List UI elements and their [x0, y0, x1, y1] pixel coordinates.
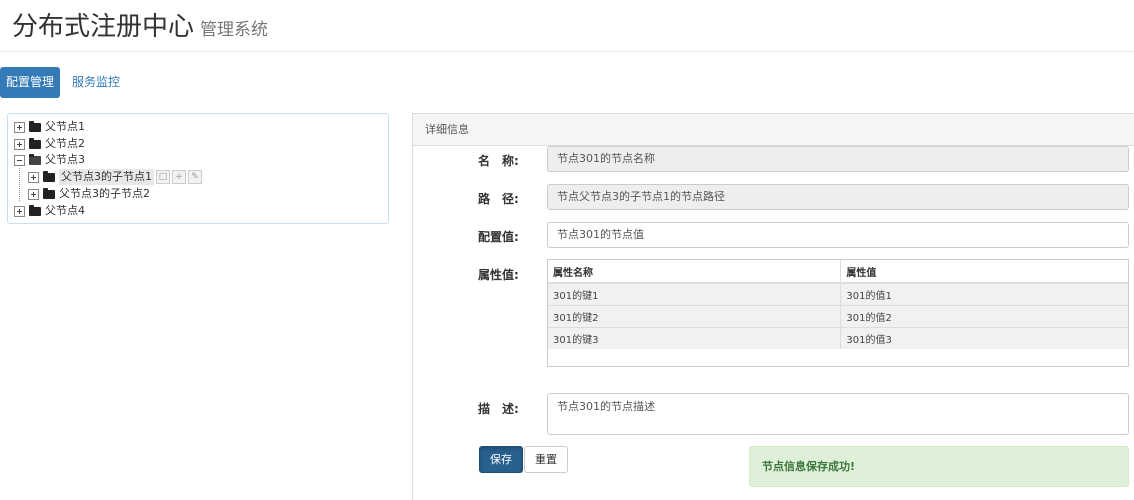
app-title: 分布式注册中心 管理系统	[12, 12, 269, 42]
main-nav: 配置管理 服务监控	[0, 67, 126, 98]
config-value-label: 配置值:	[478, 230, 519, 244]
tree-node[interactable]: 父节点2	[14, 136, 85, 152]
table-row[interactable]: 301的键2 301的值2	[548, 304, 1128, 327]
page-header: 分布式注册中心 管理系统	[0, 0, 1134, 52]
config-value-field[interactable]: 节点301的节点值	[547, 222, 1129, 248]
tree-node[interactable]: 父节点1	[14, 119, 85, 135]
app-subtitle: 管理系统	[200, 20, 269, 40]
folder-icon	[29, 120, 41, 132]
collapse-icon[interactable]	[14, 154, 25, 166]
folder-open-icon	[29, 153, 41, 165]
name-field[interactable]: 节点301的节点名称	[547, 146, 1129, 172]
save-button[interactable]: 保存	[479, 446, 523, 473]
expand-icon[interactable]	[28, 188, 39, 200]
table-cell-key: 301的键2	[548, 304, 841, 327]
tree-node-selected[interactable]: 父节点3的子节点1 □ + ✎	[28, 169, 202, 185]
reset-button[interactable]: 重置	[524, 446, 568, 473]
edit-icon[interactable]: ✎	[188, 170, 202, 184]
tree-node[interactable]: 父节点3的子节点2	[28, 186, 150, 202]
table-row[interactable]: 301的键3 301的值3	[548, 326, 1128, 349]
success-alert: 节点信息保存成功!	[749, 446, 1129, 487]
table-cell-key: 301的键1	[548, 282, 841, 305]
column-header-attr-value: 属性值	[840, 260, 1128, 284]
expand-icon[interactable]	[14, 121, 25, 133]
tab-service-monitor[interactable]: 服务监控	[66, 67, 126, 98]
path-label: 路 径:	[478, 192, 519, 206]
description-textarea[interactable]: 节点301的节点描述	[547, 393, 1129, 435]
tree-node[interactable]: 父节点4	[14, 203, 85, 219]
column-header-attr-name: 属性名称	[548, 260, 841, 284]
table-row[interactable]: 301的键1 301的值1	[548, 282, 1128, 305]
table-cell-value: 301的值3	[840, 326, 1128, 349]
table-cell-key: 301的键3	[548, 326, 841, 349]
attributes-label: 属性值:	[478, 268, 519, 282]
add-icon[interactable]: +	[172, 170, 186, 184]
folder-icon	[43, 170, 55, 182]
tree-node-label: 父节点3的子节点1	[59, 169, 154, 185]
path-field[interactable]: 节点父节点3的子节点1的节点路径	[547, 184, 1129, 210]
tree-node[interactable]: 父节点3	[14, 152, 85, 168]
tree-node-label: 父节点3的子节点2	[59, 187, 150, 200]
delete-icon[interactable]: □	[156, 170, 170, 184]
tree-connector-line	[19, 168, 20, 201]
tree-node-label: 父节点4	[45, 204, 85, 217]
folder-icon	[29, 204, 41, 216]
table-cell-value: 301的值2	[840, 304, 1128, 327]
tab-config-management[interactable]: 配置管理	[0, 67, 61, 98]
tree-node-label: 父节点1	[45, 120, 85, 133]
tree-node-label: 父节点3	[45, 153, 85, 166]
tree-node-label: 父节点2	[45, 137, 85, 150]
folder-icon	[29, 137, 41, 149]
folder-icon	[43, 187, 55, 199]
attributes-table: 属性名称 属性值 301的键1 301的值1 301的键2 301的值2 301…	[547, 259, 1129, 367]
panel-title: 详细信息	[413, 114, 1134, 146]
expand-icon[interactable]	[28, 171, 39, 183]
name-label: 名 称:	[478, 154, 519, 168]
table-cell-value: 301的值1	[840, 282, 1128, 305]
expand-icon[interactable]	[14, 205, 25, 217]
expand-icon[interactable]	[14, 138, 25, 150]
description-label: 描 述:	[478, 402, 519, 416]
